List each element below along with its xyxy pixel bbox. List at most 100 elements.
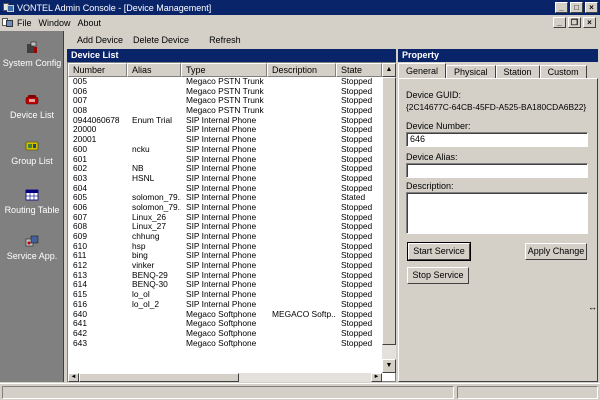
maximize-button[interactable]: □ bbox=[570, 2, 583, 13]
cell-alias: lo_ol bbox=[132, 290, 150, 300]
sidebar-item-routing-table[interactable]: Routing Table bbox=[0, 188, 64, 215]
table-row[interactable]: 612 vinker SIP Internal Phone Stopped bbox=[68, 261, 382, 271]
table-row[interactable]: 608 Linux_27 SIP Internal Phone Stopped bbox=[68, 222, 382, 232]
table-row[interactable]: 005 Megaco PSTN Trunk Stopped bbox=[68, 77, 382, 87]
window-title: VONTEL Admin Console - [Device Managemen… bbox=[17, 2, 212, 13]
table-row[interactable]: 605 solomon_79... SIP Internal Phone Stated bbox=[68, 193, 382, 203]
table-row[interactable]: 20000 SIP Internal Phone Stopped bbox=[68, 125, 382, 135]
table-row[interactable]: 20001 SIP Internal Phone Stopped bbox=[68, 135, 382, 145]
cell-state: Stopped bbox=[341, 183, 373, 193]
cell-description bbox=[267, 77, 336, 87]
table-row[interactable]: 609 chhung SIP Internal Phone Stopped bbox=[68, 232, 382, 242]
table-row[interactable]: 614 BENQ-30 SIP Internal Phone Stopped bbox=[68, 280, 382, 290]
refresh-button[interactable]: Refresh bbox=[204, 35, 246, 45]
tab-physical[interactable]: Physical bbox=[446, 65, 496, 79]
device-number-field[interactable]: 646 bbox=[406, 132, 588, 147]
apply-change-button[interactable]: Apply Change bbox=[525, 243, 587, 260]
tab-general[interactable]: General bbox=[398, 63, 447, 79]
table-row[interactable]: 640 Megaco Softphone MEGACO Softp.. Stopped bbox=[68, 310, 382, 320]
scroll-up-button[interactable]: ▲ bbox=[382, 63, 396, 77]
mdi-close-button[interactable]: × bbox=[583, 17, 596, 28]
cell-number: 641 bbox=[73, 319, 87, 329]
cell-alias: bing bbox=[132, 251, 148, 261]
table-row[interactable]: 006 Megaco PSTN Trunk Stopped bbox=[68, 87, 382, 97]
cell-alias: Linux_26 bbox=[132, 212, 166, 222]
column-header-description[interactable]: Description bbox=[267, 63, 336, 77]
cell-type: SIP Internal Phone bbox=[186, 212, 257, 222]
table-row[interactable]: 607 Linux_26 SIP Internal Phone Stopped bbox=[68, 213, 382, 223]
document-icon[interactable] bbox=[2, 17, 13, 28]
table-row[interactable]: 642 Megaco Softphone Stopped bbox=[68, 329, 382, 339]
table-row[interactable]: 007 Megaco PSTN Trunk Stopped bbox=[68, 96, 382, 106]
cell-type: SIP Internal Phone bbox=[186, 135, 257, 145]
cell-number: 608 bbox=[73, 222, 87, 232]
sidebar-item-label: System Config bbox=[2, 58, 62, 68]
menu-file[interactable]: File bbox=[17, 18, 32, 28]
menu-window[interactable]: Window bbox=[39, 18, 71, 28]
table-row[interactable]: 603 HSNL SIP Internal Phone Stopped bbox=[68, 174, 382, 184]
device-list-header: Device List bbox=[67, 49, 396, 62]
add-device-button[interactable]: Add Device bbox=[72, 35, 128, 45]
table-row[interactable]: 613 BENQ-29 SIP Internal Phone Stopped bbox=[68, 271, 382, 281]
tab-custom[interactable]: Custom bbox=[539, 65, 587, 79]
scroll-right-button[interactable]: ► bbox=[371, 373, 382, 382]
description-field[interactable] bbox=[406, 192, 588, 234]
status-bar bbox=[0, 383, 600, 400]
title-bar: VONTEL Admin Console - [Device Managemen… bbox=[0, 0, 600, 15]
cell-type: SIP Internal Phone bbox=[186, 144, 257, 154]
column-header-alias[interactable]: Alias bbox=[127, 63, 181, 77]
cell-number: 610 bbox=[73, 241, 87, 251]
table-row[interactable]: 008 Megaco PSTN Trunk Stopped bbox=[68, 106, 382, 116]
table-row[interactable]: 600 ncku SIP Internal Phone Stopped bbox=[68, 145, 382, 155]
device-alias-field[interactable] bbox=[406, 163, 588, 178]
sidebar-item-service-app[interactable]: Service App. bbox=[0, 234, 64, 261]
table-row[interactable]: 616 lo_ol_2 SIP Internal Phone Stopped bbox=[68, 300, 382, 310]
cell-description bbox=[267, 164, 336, 174]
cell-type: SIP Internal Phone bbox=[186, 270, 257, 280]
table-row[interactable]: 610 hsp SIP Internal Phone Stopped bbox=[68, 242, 382, 252]
table-row[interactable]: 615 lo_ol SIP Internal Phone Stopped bbox=[68, 290, 382, 300]
vertical-scroll-thumb[interactable] bbox=[382, 77, 396, 345]
cell-alias: Linux_27 bbox=[132, 222, 166, 232]
sidebar-item-system-config[interactable]: System Config bbox=[0, 41, 64, 68]
cell-number: 008 bbox=[73, 106, 87, 116]
minimize-button[interactable]: _ bbox=[555, 2, 568, 13]
table-row[interactable]: 601 SIP Internal Phone Stopped bbox=[68, 155, 382, 165]
sidebar-item-device-list[interactable]: Device List bbox=[0, 93, 64, 120]
scroll-left-button[interactable]: ◄ bbox=[68, 373, 79, 382]
horizontal-scroll-thumb[interactable] bbox=[79, 373, 239, 382]
cell-state: Stopped bbox=[341, 212, 373, 222]
stop-service-button[interactable]: Stop Service bbox=[407, 267, 469, 284]
table-row[interactable]: 602 NB SIP Internal Phone Stopped bbox=[68, 164, 382, 174]
cell-state: Stopped bbox=[341, 86, 373, 96]
menu-about[interactable]: About bbox=[78, 18, 102, 28]
column-header-type[interactable]: Type bbox=[181, 63, 267, 77]
scroll-down-button[interactable]: ▼ bbox=[382, 359, 396, 373]
horizontal-scrollbar[interactable]: ◄ ► bbox=[68, 373, 382, 382]
table-row[interactable]: 0944060678 Enum Trial SIP Internal Phone St… bbox=[68, 116, 382, 126]
sidebar-item-group-list[interactable]: Group List bbox=[0, 139, 64, 166]
tab-station[interactable]: Station bbox=[495, 65, 540, 79]
cell-description bbox=[267, 329, 336, 339]
table-row[interactable]: 611 bing SIP Internal Phone Stopped bbox=[68, 251, 382, 261]
close-button[interactable]: × bbox=[585, 2, 598, 13]
vertical-scrollbar[interactable]: ▲ ▼ bbox=[382, 63, 396, 373]
cell-alias bbox=[127, 319, 181, 329]
table-icon bbox=[25, 188, 39, 202]
cell-number: 640 bbox=[73, 309, 87, 319]
mdi-restore-button[interactable]: ❐ bbox=[568, 17, 581, 28]
cell-alias bbox=[127, 96, 181, 106]
table-row[interactable]: 641 Megaco Softphone Stopped bbox=[68, 319, 382, 329]
table-row[interactable]: 606 solomon_79... SIP Internal Phone Stoppe… bbox=[68, 203, 382, 213]
cell-description bbox=[267, 213, 336, 223]
resize-cursor-icon: ↔ bbox=[588, 302, 597, 312]
cell-type: SIP Internal Phone bbox=[186, 222, 257, 232]
start-service-button[interactable]: Start Service bbox=[407, 242, 471, 261]
cell-description bbox=[267, 242, 336, 252]
mdi-minimize-button[interactable]: _ bbox=[553, 17, 566, 28]
delete-device-button[interactable]: Delete Device bbox=[128, 35, 194, 45]
table-row[interactable]: 643 Megaco Softphone Stopped bbox=[68, 339, 382, 349]
column-header-number[interactable]: Number bbox=[68, 63, 127, 77]
column-header-state[interactable]: State bbox=[336, 63, 382, 77]
table-row[interactable]: 604 SIP Internal Phone Stopped bbox=[68, 184, 382, 194]
